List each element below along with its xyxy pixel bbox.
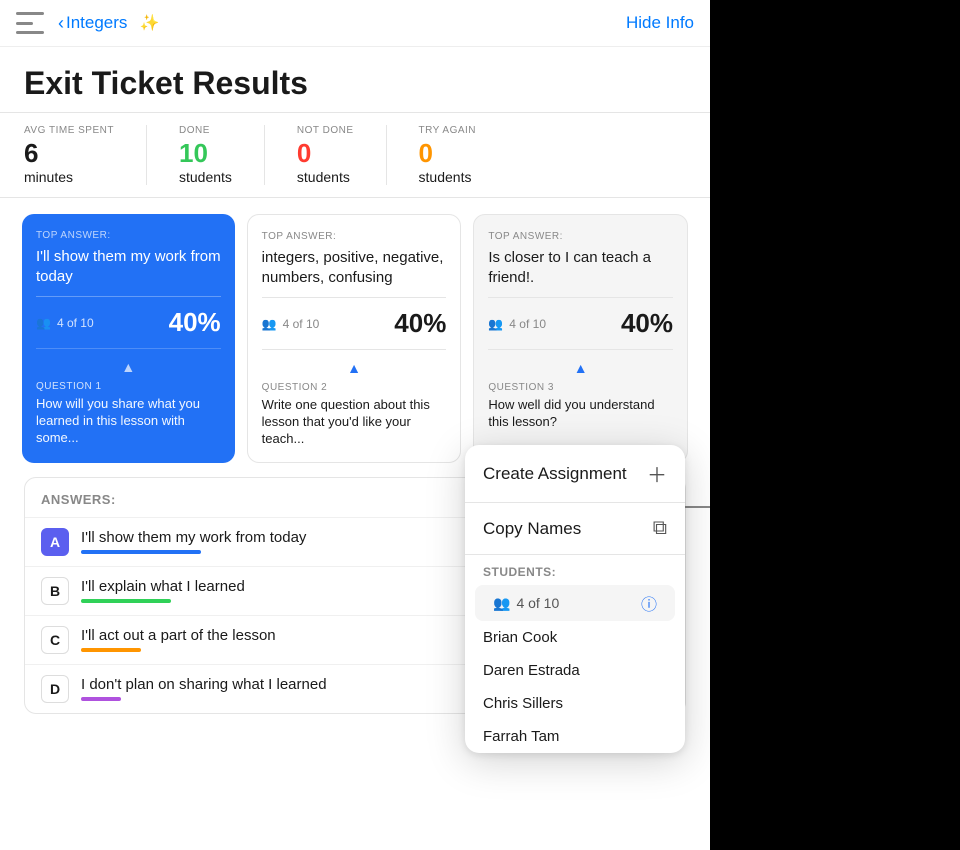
student-row-1: Daren Estrada: [465, 654, 685, 687]
stat-not-done-sub: students: [297, 169, 354, 185]
stat-not-done-value: 0: [297, 138, 354, 169]
top-nav: ‹ Integers ✨ Hide Info: [0, 0, 710, 47]
stat-done-value: 10: [179, 138, 232, 169]
copy-names-label: Copy Names: [483, 519, 581, 539]
plus-icon: ＋: [647, 459, 667, 488]
card3-q-label: QUESTION 3: [488, 382, 673, 393]
sidebar-toggle[interactable]: [16, 12, 44, 34]
stat-done: DONE 10 students: [179, 125, 232, 185]
answer-bar-c: [81, 648, 141, 652]
card2-percent: 40%: [394, 308, 446, 339]
stat-try-again-value: 0: [419, 138, 476, 169]
stat-done-sub: students: [179, 169, 232, 185]
students-count-text: 👥 4 of 10: [493, 595, 559, 612]
page-title: Exit Ticket Results: [0, 47, 710, 112]
back-chevron-icon: ‹: [58, 13, 64, 34]
stat-avg-time: AVG TIME SPENT 6 minutes: [24, 125, 114, 185]
card1-q-label: QUESTION 1: [36, 381, 221, 392]
student-row-0: Brian Cook: [465, 621, 685, 654]
card1-answer: I'll show them my work from today: [36, 247, 221, 286]
answer-bar-d: [81, 697, 121, 701]
stats-bar: AVG TIME SPENT 6 minutes DONE 10 student…: [0, 112, 710, 198]
card1-percent: 40%: [169, 307, 221, 338]
copy-icon: ⧉: [653, 517, 667, 540]
students-section-header: STUDENTS:: [465, 555, 685, 585]
people-icon2: 👥: [262, 317, 277, 331]
stat-avg-time-value: 6: [24, 138, 114, 169]
stat-try-again-label: TRY AGAIN: [419, 125, 476, 136]
card2-q-text: Write one question about this lesson tha…: [262, 397, 447, 448]
question-card-2[interactable]: TOP ANSWER: integers, positive, negative…: [247, 214, 462, 463]
card3-chevron-icon: ▲: [488, 360, 673, 376]
card2-chevron-icon: ▲: [262, 360, 447, 376]
answer-letter-a: A: [41, 528, 69, 556]
create-assignment-label: Create Assignment: [483, 464, 627, 484]
stat-try-again-sub: students: [419, 169, 476, 185]
answer-letter-c: C: [41, 626, 69, 654]
card2-q-label: QUESTION 2: [262, 382, 447, 393]
card3-percent: 40%: [621, 308, 673, 339]
info-circle-icon: ⓘ: [641, 591, 657, 615]
card2-answer: integers, positive, negative, numbers, c…: [262, 248, 447, 287]
card3-top-label: TOP ANSWER:: [488, 231, 673, 242]
hide-info-button[interactable]: Hide Info: [626, 13, 694, 33]
card3-q-text: How well did you understand this lesson?: [488, 397, 673, 431]
people-icon-popup: 👥: [493, 595, 510, 612]
student-row-2: Chris Sillers: [465, 687, 685, 720]
back-label: Integers: [66, 13, 127, 33]
arrow-line: [683, 506, 710, 508]
card1-students: 👥 4 of 10: [36, 316, 94, 330]
students-section: STUDENTS: 👥 4 of 10 ⓘ Brian Cook Daren E…: [465, 554, 685, 753]
question-card-1[interactable]: TOP ANSWER: I'll show them my work from …: [22, 214, 235, 463]
copy-names-item[interactable]: Copy Names ⧉: [465, 503, 685, 554]
popup-menu: Create Assignment ＋ Copy Names ⧉ STUDENT…: [465, 445, 685, 753]
stat-try-again: TRY AGAIN 0 students: [419, 125, 476, 185]
card2-students: 👥 4 of 10: [262, 317, 320, 331]
cards-row: TOP ANSWER: I'll show them my work from …: [0, 198, 710, 463]
answer-letter-d: D: [41, 675, 69, 703]
answer-letter-b: B: [41, 577, 69, 605]
answer-bar-a: [81, 550, 201, 554]
back-button[interactable]: Integers: [66, 13, 127, 33]
people-icon: 👥: [36, 316, 51, 330]
card2-top-label: TOP ANSWER:: [262, 231, 447, 242]
card3-answer: Is closer to I can teach a friend!.: [488, 248, 673, 287]
card1-q-text: How will you share what you learned in t…: [36, 396, 221, 447]
stat-done-label: DONE: [179, 125, 232, 136]
stat-avg-time-sub: minutes: [24, 169, 114, 185]
answer-bar-b: [81, 599, 171, 603]
sparkle-icon: ✨: [139, 13, 159, 33]
stat-not-done: NOT DONE 0 students: [297, 125, 354, 185]
question-card-3[interactable]: TOP ANSWER: Is closer to I can teach a f…: [473, 214, 688, 463]
main-panel: ‹ Integers ✨ Hide Info Exit Ticket Resul…: [0, 0, 710, 850]
card1-chevron-icon: ▲: [36, 359, 221, 375]
student-row-3: Farrah Tam: [465, 720, 685, 753]
stat-avg-time-label: AVG TIME SPENT: [24, 125, 114, 136]
card3-students: 👥 4 of 10: [488, 317, 546, 331]
create-assignment-item[interactable]: Create Assignment ＋: [465, 445, 685, 502]
students-count-row[interactable]: 👥 4 of 10 ⓘ: [475, 585, 675, 621]
people-icon3: 👥: [488, 317, 503, 331]
stat-not-done-label: NOT DONE: [297, 125, 354, 136]
card1-top-label: TOP ANSWER:: [36, 230, 221, 241]
